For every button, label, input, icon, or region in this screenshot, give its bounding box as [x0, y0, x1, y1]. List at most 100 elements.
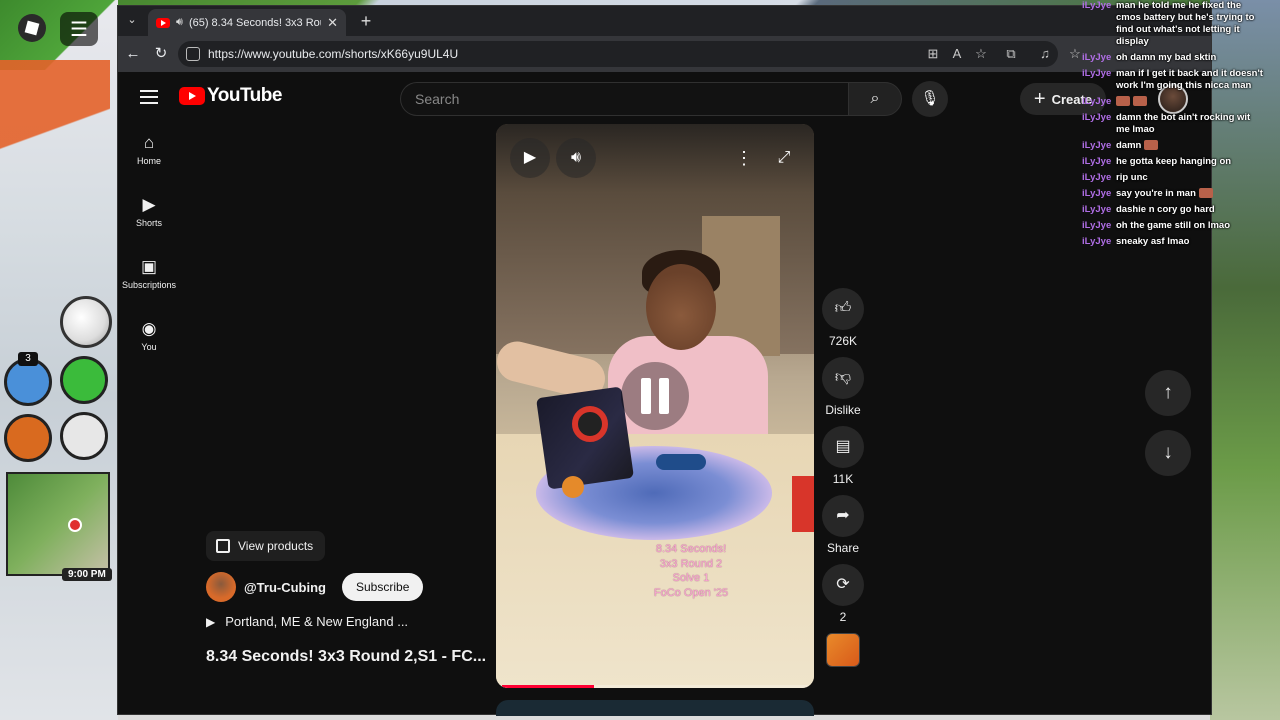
comments-action[interactable]: ▤ 11K	[820, 426, 866, 486]
microphone-icon[interactable]: 🎙︎	[912, 81, 948, 117]
remix-action[interactable]: ⟳ 2	[820, 564, 866, 624]
player-marker-icon	[68, 518, 82, 532]
more-options-icon[interactable]: ⋮	[724, 138, 764, 178]
sidebar-item-subscriptions[interactable]: ▣ Subscriptions	[118, 252, 180, 314]
close-tab-icon[interactable]: ✕	[327, 15, 338, 31]
fullscreen-icon[interactable]: ⤢	[764, 138, 804, 178]
youtube-logo[interactable]: YouTube	[179, 85, 282, 107]
soccer-ball-icon[interactable]	[60, 296, 112, 348]
new-tab-button[interactable]: +	[356, 11, 376, 31]
like-action[interactable]: 👍︎ 726K	[820, 288, 866, 348]
chat-message: iLyJye damn	[1082, 140, 1274, 152]
hotbar-slot-3[interactable]	[4, 414, 52, 462]
video-title[interactable]: 8.34 Seconds! 3x3 Round 2,S1 - FC...	[206, 648, 486, 666]
game-roof	[0, 60, 110, 180]
menu-icon[interactable]	[140, 90, 158, 104]
youtube-header: YouTube Search ⌕ 🎙︎ + Create	[118, 72, 1211, 128]
chat-username: iLyJye	[1082, 112, 1112, 123]
chat-text: man if I get it back and it doesn't work…	[1116, 68, 1263, 91]
chat-username: iLyJye	[1082, 220, 1112, 231]
play-music-icon: ▶	[206, 614, 216, 629]
music-row[interactable]: ▶ Portland, ME & New England ...	[206, 614, 408, 629]
chat-message: iLyJye man if I get it back and it doesn'…	[1082, 68, 1274, 92]
youtube-logo-text: YouTube	[207, 85, 282, 106]
tab-youtube[interactable]: 🔊︎ (65) 8.34 Seconds! 3x3 Round ✕	[148, 9, 346, 36]
thumbs-down-icon[interactable]: 👎︎	[822, 357, 864, 399]
volume-icon[interactable]: 🔊︎	[556, 138, 596, 178]
emote-icon	[1143, 140, 1158, 151]
home-icon: ⌂	[143, 133, 155, 152]
comment-icon[interactable]: ▤	[822, 426, 864, 468]
stream-chat-overlay: iLyJye man he told me he fixed the cmos b…	[1082, 0, 1274, 252]
chat-text: say you're in man	[1116, 188, 1266, 200]
music-text: Portland, ME & New England ...	[225, 614, 409, 629]
next-short-preview[interactable]	[496, 700, 814, 716]
emote-icon	[1116, 96, 1130, 107]
next-short-arrow-icon[interactable]: ↓	[1145, 430, 1191, 476]
chat-text: damn the bot ain't rocking wit me lmao	[1116, 112, 1251, 135]
roblox-logo-icon[interactable]	[18, 14, 46, 42]
video-caption: 8.34 Seconds! 3x3 Round 2 Solve 1 FoCo O…	[626, 542, 756, 600]
previous-short-arrow-icon[interactable]: ↑	[1145, 370, 1191, 416]
chat-username: iLyJye	[1082, 0, 1112, 11]
search-input[interactable]: Search	[400, 82, 848, 116]
subscribe-button[interactable]: Subscribe	[342, 573, 424, 601]
sidebar-item-label: Subscriptions	[121, 280, 177, 290]
share-icon[interactable]: ➦	[822, 495, 864, 537]
remix-icon[interactable]: ⟳	[822, 564, 864, 606]
read-aloud-icon[interactable]: A	[948, 45, 966, 63]
chat-text: rip unc	[1116, 172, 1148, 183]
chat-message: iLyJye sneaky asf lmao	[1082, 236, 1274, 248]
reload-icon[interactable]: ↻	[152, 45, 170, 63]
channel-row: @Tru-Cubing Subscribe	[206, 572, 424, 602]
hotbar-slot-2[interactable]	[60, 356, 108, 404]
pause-icon[interactable]	[621, 362, 689, 430]
screen: ☰ 3 9:00 PM ⌄ 🔊︎ (65) 8.34 Seconds! 3x3 …	[0, 0, 1280, 720]
site-info-icon[interactable]	[186, 47, 200, 61]
video-scene-timer	[656, 454, 706, 470]
game-menu-button[interactable]: ☰	[60, 12, 98, 46]
sidebar-item-home[interactable]: ⌂ Home	[118, 128, 180, 190]
chat-username: iLyJye	[1082, 204, 1112, 215]
audio-playing-icon[interactable]: 🔊︎	[176, 16, 183, 29]
dislike-action[interactable]: 👎︎ Dislike	[820, 357, 866, 417]
sidebar-item-shorts[interactable]: ▶ Shorts	[118, 190, 180, 252]
play-icon[interactable]: ▶	[510, 138, 550, 178]
extensions-icon[interactable]: ⧉	[1002, 45, 1020, 63]
app-available-icon[interactable]: ⊞	[924, 45, 942, 63]
channel-avatar[interactable]	[206, 572, 236, 602]
shopping-bag-icon	[216, 539, 230, 553]
hotbar-slot-4[interactable]	[60, 412, 108, 460]
chat-message: iLyJye	[1082, 96, 1274, 108]
chat-message: iLyJye damn the bot ain't rocking wit me …	[1082, 112, 1274, 136]
favorite-star-icon[interactable]: ☆	[972, 45, 990, 63]
view-products-label: View products	[238, 539, 314, 553]
chat-username: iLyJye	[1082, 140, 1112, 151]
thumbs-up-icon[interactable]: 👍︎	[822, 288, 864, 330]
url-text: https://www.youtube.com/shorts/xK66yu9UL…	[208, 47, 459, 61]
chat-username: iLyJye	[1082, 172, 1112, 183]
shorts-action-rail: 👍︎ 726K 👎︎ Dislike ▤ 11K ➦ Share ⟳ 2	[820, 288, 866, 667]
youtube-sidebar: ⌂ Home ▶ Shorts ▣ Subscriptions ◉ You	[118, 128, 180, 376]
media-control-icon[interactable]: ♫	[1036, 45, 1054, 63]
view-products-button[interactable]: View products	[206, 531, 326, 561]
sound-thumbnail[interactable]	[826, 633, 860, 667]
chat-message: iLyJye say you're in man	[1082, 188, 1274, 200]
chat-text	[1116, 96, 1266, 108]
share-action[interactable]: ➦ Share	[820, 495, 866, 555]
minimap[interactable]	[6, 472, 110, 576]
chat-username: iLyJye	[1082, 188, 1112, 199]
sidebar-item-you[interactable]: ◉ You	[118, 314, 180, 376]
video-scene-cube-dot	[562, 476, 584, 498]
shorts-video-player[interactable]: 8.34 Seconds! 3x3 Round 2 Solve 1 FoCo O…	[496, 124, 814, 688]
chat-text-content: say you're in man	[1116, 188, 1196, 199]
channel-name[interactable]: @Tru-Cubing	[244, 580, 326, 595]
video-progress-bar[interactable]	[502, 685, 808, 688]
search-icon[interactable]: ⌕	[848, 82, 902, 116]
remix-count: 2	[839, 610, 847, 624]
chat-message: iLyJye oh damn my bad sktin	[1082, 52, 1274, 64]
chat-message: iLyJye he gotta keep hanging on	[1082, 156, 1274, 168]
back-icon[interactable]: ←	[124, 45, 142, 63]
tab-list-icon[interactable]: ⌄	[124, 13, 140, 29]
video-caption-line: Solve 1	[672, 572, 710, 584]
